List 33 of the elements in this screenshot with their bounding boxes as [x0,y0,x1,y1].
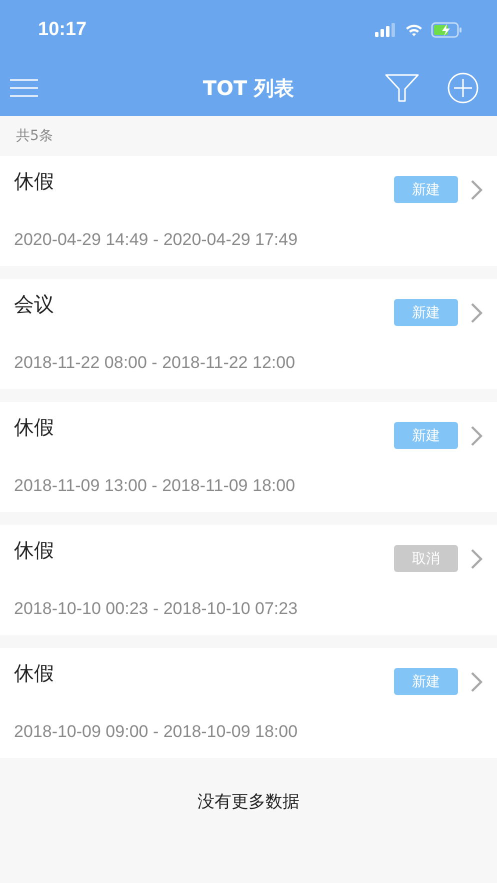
item-title: 休假 [14,537,54,564]
list-item[interactable]: 休假 新建 2018-10-09 09:00 - 2018-10-09 18:00 [0,648,497,758]
item-title: 休假 [14,168,54,195]
date-range: 2018-11-22 08:00 - 2018-11-22 12:00 [14,353,296,373]
item-title: 会议 [14,291,54,318]
record-count: 共5条 [16,127,53,145]
date-range: 2018-10-10 00:23 - 2018-10-10 07:23 [14,599,299,619]
date-range: 2020-04-29 14:49 - 2020-04-29 17:49 [14,230,299,250]
menu-icon[interactable] [10,79,38,97]
signal-icon [375,23,397,37]
list-item[interactable]: 休假 新建 2018-11-09 13:00 - 2018-11-09 18:00 [0,402,497,512]
item-title: 休假 [14,660,54,687]
list-item[interactable]: 会议 新建 2018-11-22 08:00 - 2018-11-22 12:00 [0,279,497,389]
chevron-icon [470,670,483,692]
status-badge: 新建 [394,299,458,326]
date-range: 2018-11-09 13:00 - 2018-11-09 18:00 [14,476,296,496]
list-item[interactable]: 休假 新建 2020-04-29 14:49 - 2020-04-29 17:49 [0,156,497,266]
status-badge: 新建 [394,422,458,449]
add-icon[interactable] [447,72,479,104]
status-time: 10:17 [38,19,87,41]
battery-icon [431,22,463,38]
chevron-icon [470,424,483,446]
wifi-icon [405,23,423,37]
chevron-icon [470,178,483,200]
status-badge: 新建 [394,176,458,203]
chevron-icon [470,302,483,324]
item-title: 休假 [14,414,54,441]
no-more-text: 没有更多数据 [198,790,300,812]
nav-title: TOT 列表 [202,74,294,102]
chevron-icon [470,548,483,570]
status-badge: 新建 [394,668,458,695]
filter-icon[interactable] [385,74,419,102]
date-range: 2018-10-09 09:00 - 2018-10-09 18:00 [14,722,299,742]
